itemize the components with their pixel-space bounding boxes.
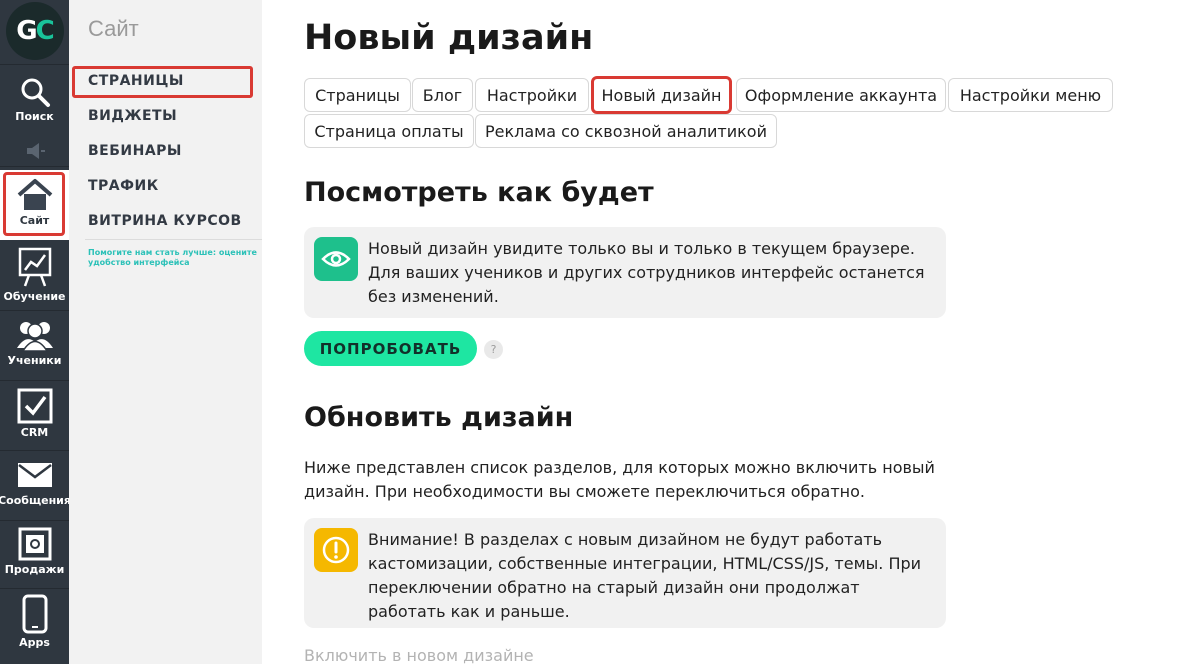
easel-chart-icon (18, 247, 51, 287)
logo-text: GC (16, 16, 54, 46)
update-description: Ниже представлен список разделов, для ко… (304, 458, 935, 501)
subnav-item-traffic[interactable]: ТРАФИК (88, 178, 159, 194)
envelope-icon (17, 463, 52, 487)
rail-item-search[interactable]: Поиск (0, 76, 69, 123)
warning-note: Внимание! В разделах с новым дизайном не… (304, 518, 946, 628)
warning-icon (322, 536, 350, 564)
tab-account-appearance[interactable]: Оформление аккаунта (736, 78, 946, 112)
rail-label-search: Поиск (15, 110, 54, 123)
checkbox-icon (17, 388, 52, 424)
rail-divider (0, 166, 69, 167)
users-icon (16, 322, 53, 352)
rail-divider (0, 64, 69, 65)
tab-menu-settings[interactable]: Настройки меню (948, 78, 1113, 112)
rail-site-highlight (3, 172, 65, 236)
eye-icon-box (314, 237, 358, 281)
tab-pages[interactable]: Страницы (304, 78, 411, 112)
tab-payment-page[interactable]: Страница оплаты (304, 114, 474, 148)
gc-logo[interactable]: GC (0, 0, 69, 62)
rail-item-learning[interactable]: Обучение (0, 246, 69, 303)
rail-divider (0, 588, 69, 589)
rail-divider (0, 310, 69, 311)
rail-item-apps[interactable]: Apps (0, 594, 69, 649)
subnav-pages-highlight (72, 66, 253, 98)
subnav-item-course-showcase[interactable]: ВИТРИНА КУРСОВ (88, 213, 242, 229)
rail-label-students: Ученики (7, 354, 62, 367)
subnav-item-webinars[interactable]: ВЕБИНАРЫ (88, 143, 182, 159)
rail-divider (0, 380, 69, 381)
logo-mark: GC (5, 2, 64, 60)
eye-icon (321, 251, 351, 267)
rail-item-announcements[interactable] (0, 142, 69, 160)
rail-label-sales: Продажи (4, 563, 65, 576)
main-content: Новый дизайн Страницы Блог Настройки Нов… (304, 0, 1184, 665)
rail-item-sales[interactable]: Продажи (0, 527, 69, 576)
tab-settings[interactable]: Настройки (475, 78, 589, 112)
search-icon (21, 78, 50, 107)
tab-new-design[interactable]: Новый дизайн (591, 76, 732, 114)
rail-divider (0, 520, 69, 521)
preview-heading: Посмотреть как будет (304, 177, 654, 208)
safe-icon (18, 527, 51, 561)
site-subnav: Сайт СТРАНИЦЫ ВИДЖЕТЫ ВЕБИНАРЫ ТРАФИК ВИ… (69, 0, 262, 664)
subnav-divider (85, 239, 262, 240)
rail-label-apps: Apps (19, 636, 50, 649)
rail-label-messages: Сообщения (0, 494, 71, 507)
rail-label-crm: CRM (20, 426, 49, 439)
megaphone-icon (26, 143, 45, 159)
page-title: Новый дизайн (304, 18, 594, 58)
app-rail: GC Поиск Сайт Обучение Ученики CRM Сообщ… (0, 0, 71, 664)
rail-item-students[interactable]: Ученики (0, 318, 69, 367)
rail-label-learning: Обучение (3, 290, 66, 303)
preview-note: Новый дизайн увидите только вы и только … (304, 227, 946, 318)
rail-item-messages[interactable]: Сообщения (0, 462, 71, 507)
try-button[interactable]: ПОПРОБОВАТЬ (304, 331, 477, 366)
help-icon[interactable]: ? (484, 340, 503, 359)
tab-ads-analytics[interactable]: Реклама со сквозной аналитикой (475, 114, 777, 148)
subnav-item-widgets[interactable]: ВИДЖЕТЫ (88, 108, 177, 124)
warning-icon-box (314, 528, 358, 572)
subnav-title: Сайт (88, 16, 139, 41)
rail-item-crm[interactable]: CRM (0, 388, 69, 439)
warning-text: Внимание! В разделах с новым дизайном не… (368, 530, 922, 621)
update-heading: Обновить дизайн (304, 402, 574, 433)
tab-blog[interactable]: Блог (412, 78, 473, 112)
preview-note-text: Новый дизайн увидите только вы и только … (368, 239, 925, 306)
feedback-link[interactable]: Помогите нам стать лучше: оцените удобст… (88, 248, 258, 268)
enable-new-design-label: Включить в новом дизайне (304, 646, 534, 665)
rail-divider (0, 450, 69, 451)
phone-icon (22, 594, 47, 634)
